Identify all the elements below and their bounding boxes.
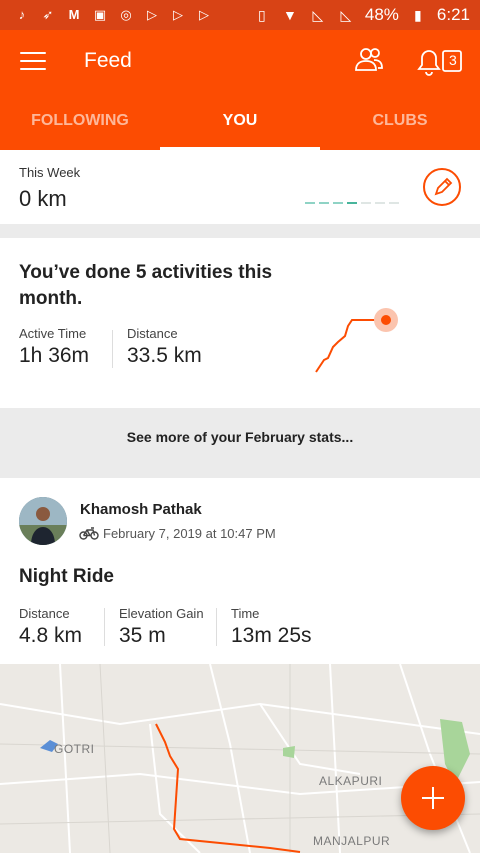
week-progress-indicator	[305, 202, 399, 204]
active-time-label: Active Time	[19, 326, 87, 341]
play-store-icon: ▷	[173, 7, 183, 22]
map-label-manjalpur: MANJALPUR	[313, 834, 391, 848]
battery-percent: 48%	[364, 5, 399, 24]
page-title: Feed	[84, 49, 132, 72]
pencil-icon	[434, 177, 453, 196]
feed-tabs: FOLLOWING YOU CLUBS	[0, 92, 480, 150]
stat-divider	[216, 608, 217, 646]
find-friends-icon[interactable]	[354, 46, 384, 74]
athlete-name[interactable]: Khamosh Pathak	[80, 501, 202, 518]
clock: 6:21	[436, 5, 470, 24]
activity-title[interactable]: Night Ride	[19, 566, 114, 588]
swiftkey-icon: ➶	[42, 7, 54, 22]
this-week-card: This Week 0 km	[0, 150, 480, 224]
gallery-icon: ▣	[93, 7, 107, 22]
this-week-distance: 0 km	[19, 186, 67, 211]
edit-goal-button[interactable]	[423, 168, 461, 206]
status-bar: ♪ ➶ M ▣ ◎ ▷ ▷ ▷ ▯ ▼ ◺ ◺ 48% ▮ 6:21	[0, 0, 480, 30]
elevation-gain-value: 35 m	[119, 624, 166, 647]
vibrate-icon: ▯	[258, 7, 266, 23]
no-signal-icon: ◺	[312, 7, 324, 23]
active-time-value: 1h 36m	[19, 344, 90, 367]
distance-value: 33.5 km	[127, 344, 202, 367]
battery-icon: ▮	[414, 7, 422, 23]
compass-icon: ◎	[120, 7, 132, 22]
stat-divider	[104, 608, 105, 646]
app-bar: Feed 3	[0, 30, 480, 92]
add-activity-button[interactable]	[401, 766, 465, 830]
distance-label: Distance	[127, 326, 178, 341]
play-store-icon: ▷	[147, 7, 157, 22]
moving-time-label: Time	[231, 606, 260, 621]
see-more-stats-link[interactable]: See more of your February stats...	[0, 408, 480, 466]
system-icons: ▯ ▼ ◺ ◺ 48% ▮ 6:21	[253, 5, 480, 25]
menu-icon[interactable]	[20, 52, 46, 70]
month-headline: You’ve done 5 activities this month.	[19, 262, 273, 309]
tiktok-icon: ♪	[18, 7, 26, 22]
wifi-icon: ▼	[282, 7, 297, 23]
activity-distance-label: Distance	[19, 606, 70, 621]
avatar[interactable]	[19, 497, 67, 545]
this-week-label: This Week	[19, 165, 81, 180]
gmail-icon: M	[68, 7, 80, 22]
tab-clubs[interactable]: CLUBS	[320, 92, 480, 150]
bike-icon	[79, 527, 99, 540]
map-roads	[0, 664, 480, 853]
moving-time-value: 13m 25s	[231, 624, 312, 647]
notifications-icon[interactable]	[415, 45, 465, 77]
stat-divider	[112, 330, 113, 368]
notification-icons: ♪ ➶ M ▣ ◎ ▷ ▷ ▷	[0, 7, 212, 23]
monthly-progress-graph	[315, 308, 398, 373]
tab-following[interactable]: FOLLOWING	[0, 92, 160, 150]
activity-distance-value: 4.8 km	[19, 624, 83, 647]
activity-date: February 7, 2019 at 10:47 PM	[103, 526, 276, 541]
notification-count: 3	[449, 52, 457, 68]
map-label-alkapuri: ALKAPURI	[319, 774, 383, 788]
play-store-icon: ▷	[199, 7, 209, 22]
map-label-gotri: GOTRI	[54, 742, 95, 756]
no-signal-icon: ◺	[340, 7, 352, 23]
tab-you[interactable]: YOU	[160, 92, 320, 150]
activity-map[interactable]: GOTRI ALKAPURI MANJALPUR	[0, 664, 480, 853]
elevation-gain-label: Elevation Gain	[119, 606, 204, 621]
